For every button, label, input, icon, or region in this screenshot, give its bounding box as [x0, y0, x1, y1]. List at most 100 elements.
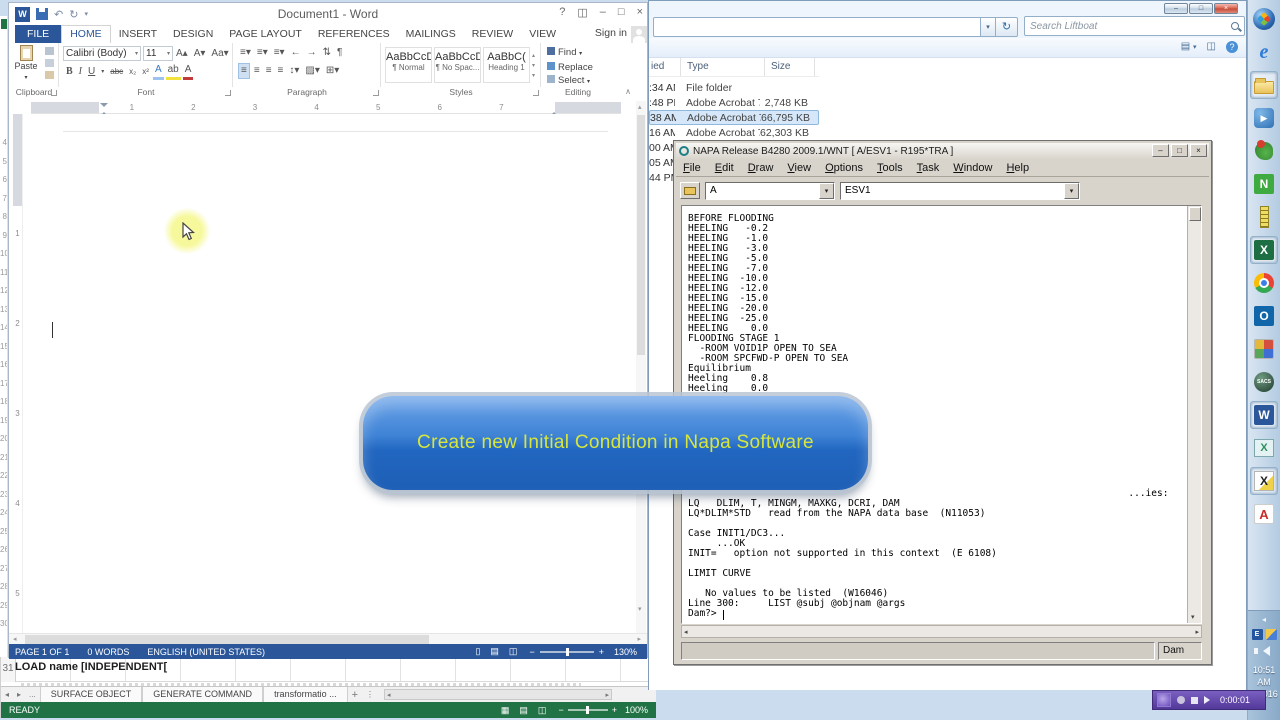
address-dropdown-icon[interactable]: ▾ — [981, 16, 996, 37]
change-case-button[interactable]: Aa▾ — [209, 47, 230, 61]
scrollbar-thumb[interactable] — [25, 635, 429, 644]
subscript-button[interactable]: x₂ — [127, 65, 138, 79]
word-title-bar[interactable]: W ↶ ↻ ▾ Document1 - Word ? ◫ – □ × — [9, 3, 647, 25]
explorer-minimize-button[interactable]: – — [1164, 3, 1188, 14]
sheet-nav-left-icon[interactable]: ◂ — [1, 690, 13, 699]
vertical-ruler[interactable]: 12345 — [13, 114, 23, 633]
ribbon-tab[interactable]: REFERENCES — [310, 26, 398, 43]
multilevel-list-button[interactable]: ≡▾ — [272, 46, 287, 60]
word-restore-button[interactable]: □ — [618, 6, 625, 19]
zoom-in-button[interactable]: + — [599, 647, 604, 657]
views-icon[interactable]: ▤ ▾ — [1181, 41, 1197, 53]
menu-item[interactable]: View — [780, 162, 818, 174]
justify-button[interactable]: ≡ — [276, 64, 286, 78]
page-indicator[interactable]: PAGE 1 OF 1 — [15, 647, 69, 657]
menu-item[interactable]: Edit — [708, 162, 741, 174]
word-horizontal-scrollbar[interactable]: ◂ ▸ — [9, 633, 647, 644]
scroll-right-icon[interactable]: ▸ — [606, 691, 610, 699]
napa-close-button[interactable]: × — [1190, 144, 1207, 157]
align-left-button[interactable]: ≡ — [238, 63, 250, 79]
taskbar-item-acrobat[interactable]: A — [1250, 500, 1278, 528]
increase-indent-button[interactable]: → — [305, 46, 319, 60]
taskbar-item-notes-app[interactable]: N — [1250, 170, 1278, 198]
borders-button[interactable]: ⊞▾ — [324, 64, 341, 78]
volume-icon[interactable] — [1254, 646, 1270, 656]
language-indicator[interactable]: ENGLISH (UNITED STATES) — [147, 647, 265, 657]
napa-minimize-button[interactable]: – — [1152, 144, 1169, 157]
word-minimize-button[interactable]: – — [600, 6, 606, 19]
dialog-launcher-icon[interactable] — [533, 90, 539, 96]
decrease-indent-button[interactable]: ← — [289, 46, 303, 60]
console-vertical-scrollbar[interactable]: ▾ — [1187, 206, 1201, 623]
align-center-button[interactable]: ≡ — [252, 64, 262, 78]
shrink-font-button[interactable]: A▾ — [192, 47, 208, 61]
taskbar-item-whiteboard-app[interactable]: X — [1250, 434, 1278, 462]
paste-button[interactable]: Paste ▾ — [14, 45, 38, 81]
ribbon-tab[interactable]: VIEW — [521, 26, 564, 43]
taskbar-item-file-explorer[interactable] — [1250, 71, 1278, 99]
excel-view-break-icon[interactable]: ◫ — [538, 705, 547, 716]
word-vertical-scrollbar[interactable]: ▴ ▾ — [636, 101, 646, 633]
print-layout-icon[interactable]: ▤ — [490, 646, 499, 657]
line-spacing-button[interactable]: ↕▾ — [287, 64, 301, 78]
column-header-modified[interactable]: ied — [649, 58, 681, 76]
taskbar-item-chrome[interactable] — [1250, 269, 1278, 297]
excel-zoom-level[interactable]: 100% — [625, 705, 648, 715]
sheet-tab[interactable]: SURFACE OBJECT — [39, 687, 143, 702]
styles-more-icon[interactable]: ▾ — [532, 72, 535, 79]
document-page[interactable] — [23, 114, 639, 633]
styles-scroll-down-icon[interactable]: ▾ — [532, 62, 535, 69]
taskbar-item-parrot-app[interactable] — [1250, 137, 1278, 165]
scroll-right-icon[interactable]: ▸ — [637, 635, 641, 643]
menu-item[interactable]: Help — [999, 162, 1036, 174]
italic-button[interactable]: I — [77, 65, 84, 79]
scroll-down-icon[interactable]: ▾ — [1191, 613, 1195, 621]
bullets-button[interactable]: ≡▾ — [238, 46, 253, 60]
file-row[interactable]: :48 PM Adobe Acrobat 7.... 2,748 KB — [649, 95, 819, 110]
explorer-restore-button[interactable]: □ — [1189, 3, 1213, 14]
bold-button[interactable]: B — [64, 65, 75, 79]
help-icon[interactable]: ? — [559, 6, 565, 19]
tray-expand-arrow-icon[interactable]: ◂ — [1248, 615, 1280, 624]
file-row[interactable]: 16 AM Adobe Acrobat 7.... 62,303 KB — [649, 125, 819, 140]
ribbon-tab[interactable]: REVIEW — [464, 26, 521, 43]
taskbar-item-tiles-app[interactable] — [1250, 335, 1278, 363]
scroll-up-icon[interactable]: ▴ — [638, 103, 642, 111]
numbering-button[interactable]: ≡▾ — [255, 46, 270, 60]
menu-item[interactable]: File — [676, 162, 708, 174]
style-card[interactable]: AaBbC( Heading 1 — [483, 47, 530, 83]
excel-zoom-slider[interactable] — [567, 706, 608, 714]
sheet-nav-right-icon[interactable]: ▸ — [13, 690, 25, 699]
start-menu-button[interactable] — [1250, 5, 1278, 33]
sheet-horizontal-scrollbar[interactable]: ◂ ▸ — [384, 689, 613, 700]
font-name-combobox[interactable]: Calibri (Body) ▾ — [63, 46, 141, 61]
scrollbar-thumb[interactable] — [637, 115, 645, 355]
superscript-button[interactable]: x² — [140, 65, 151, 79]
scrollbar-thumb[interactable] — [1188, 207, 1201, 221]
strikethrough-button[interactable]: abc — [108, 65, 125, 79]
refresh-icon[interactable]: ↻ — [996, 16, 1018, 37]
combo-dropdown-icon[interactable]: ▾ — [1064, 182, 1079, 199]
taskbar-item-ruler-app[interactable] — [1250, 203, 1278, 231]
taskbar-item-cad-app[interactable]: X — [1250, 467, 1278, 495]
version-combobox[interactable]: ESV1 ▾ — [840, 181, 1080, 200]
sheet-tab[interactable]: GENERATE COMMAND — [142, 687, 264, 702]
sheet-tab-menu-icon[interactable]: ⋮ — [362, 690, 378, 699]
column-header-size[interactable]: Size — [765, 58, 815, 76]
menu-item[interactable]: Task — [910, 162, 947, 174]
styles-scroll-up-icon[interactable]: ▴ — [532, 52, 535, 59]
copy-icon[interactable] — [45, 59, 54, 67]
zoom-slider[interactable] — [539, 647, 594, 656]
explorer-search-box[interactable]: Search Liftboat — [1024, 16, 1245, 36]
redo-button[interactable]: ↻ — [69, 8, 78, 21]
dialog-launcher-icon[interactable] — [51, 90, 57, 96]
open-folder-icon[interactable] — [680, 182, 700, 199]
shading-button[interactable]: ▨▾ — [303, 64, 321, 78]
ribbon-tab[interactable]: MAILINGS — [398, 26, 464, 43]
style-card[interactable]: AaBbCcDc ¶ No Spac... — [434, 47, 481, 83]
horizontal-ruler[interactable]: 1 2 3 4 5 6 7 — [31, 102, 621, 116]
napa-command-input[interactable] — [681, 642, 1155, 660]
napa-title-bar[interactable]: NAPA Release B4280 2009.1/WNT [ A/ESV1 -… — [676, 143, 1209, 159]
column-header-type[interactable]: Type — [681, 58, 765, 76]
menu-item[interactable]: Window — [946, 162, 999, 174]
